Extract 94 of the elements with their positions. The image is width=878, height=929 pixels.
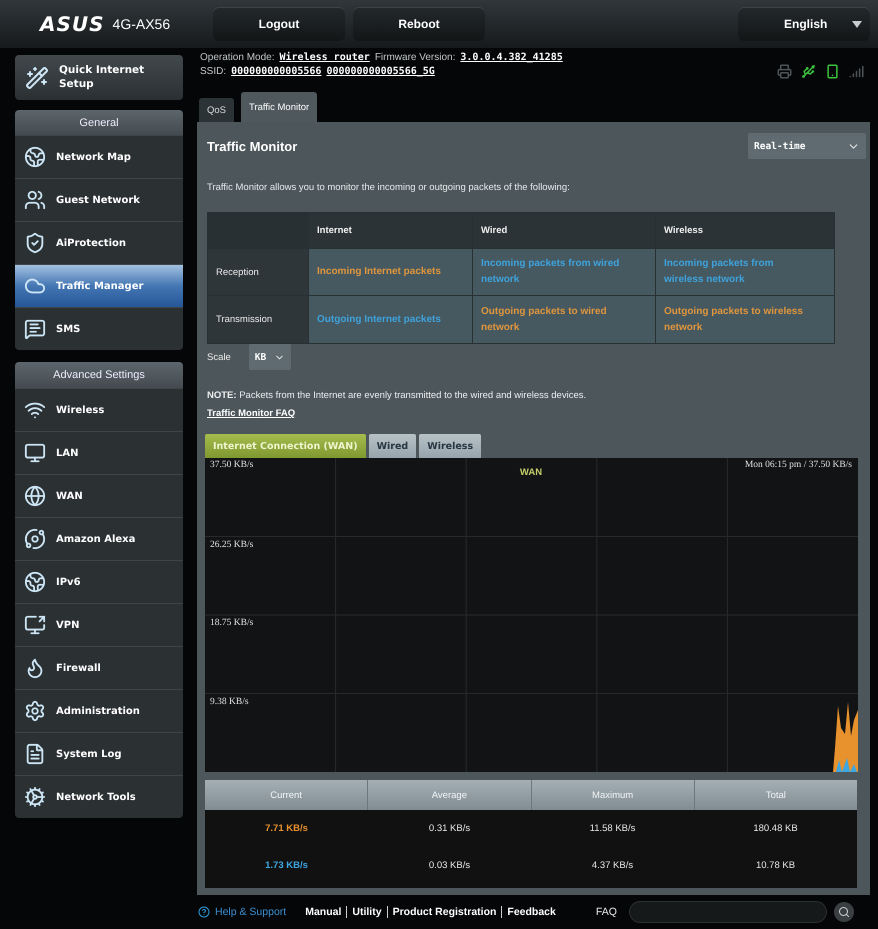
- ssid-link[interactable]: 000000000005566_5G: [326, 66, 435, 77]
- printer-icon[interactable]: [777, 64, 792, 79]
- sidebar-item[interactable]: Firewall: [15, 646, 183, 689]
- description-text: Traffic Monitor allows you to monitor the incoming or outgoing packets of the following:: [207, 182, 571, 194]
- packet-text: Incoming Internet packets: [317, 265, 441, 279]
- packet-text: Incoming packets from wireless network: [664, 257, 774, 287]
- note-text: NOTE: Packets from the Internet are evenly transmitted to the wired and wireless devices.: [207, 390, 588, 402]
- sidebar-heading: Advanced Settings: [15, 362, 183, 388]
- faq-link[interactable]: Traffic Monitor FAQ: [207, 408, 296, 420]
- firmware-link[interactable]: 3.0.0.4.382_41285: [460, 52, 563, 63]
- sidebar-item[interactable]: VPN: [15, 603, 183, 646]
- sidebar-item[interactable]: Amazon Alexa: [15, 517, 183, 560]
- packet-text: Outgoing Internet packets: [317, 312, 441, 326]
- settings-icon: [24, 700, 46, 722]
- caret-icon: [852, 20, 862, 28]
- stat-value: 1.73 KB/s: [265, 860, 308, 871]
- orbit-icon: [24, 528, 46, 550]
- column-header: Current: [205, 780, 368, 810]
- chart-tab[interactable]: Wired: [368, 434, 416, 458]
- column-header: Average: [368, 780, 530, 810]
- stat-value: 7.71 KB/s: [265, 823, 308, 834]
- magic-wand-icon: [25, 66, 49, 90]
- faq-label: FAQ: [596, 906, 617, 918]
- row-header: Transmission: [208, 296, 308, 343]
- sidebar-item[interactable]: Network Tools: [15, 775, 183, 818]
- sidebar-item[interactable]: IPv6: [15, 560, 183, 603]
- header-button[interactable]: Logout: [213, 7, 345, 41]
- graph-readout: Mon 06:15 pm / 37.50 KB/s: [744, 460, 852, 470]
- sidebar-item[interactable]: LAN: [15, 431, 183, 474]
- stat-value: 11.58 KB/s: [590, 823, 636, 834]
- period-dropdown[interactable]: Real-time: [748, 133, 866, 159]
- search-field[interactable]: [628, 901, 827, 923]
- stat-value: 0.03 KB/s: [428, 860, 470, 871]
- screen-share-icon: [24, 614, 46, 636]
- stat-value: 4.37 KB/s: [592, 860, 634, 871]
- page-tab[interactable]: QoS: [199, 98, 234, 122]
- logo: ASUS: [40, 12, 105, 36]
- sidebar-item[interactable]: SMS: [15, 307, 183, 350]
- shield-icon: [24, 232, 46, 254]
- column-header: Total: [694, 780, 857, 810]
- document-icon: [24, 743, 46, 765]
- phone-icon[interactable]: [825, 64, 840, 79]
- model-name: 4G-AX56: [112, 16, 170, 32]
- sidebar-heading: General: [15, 110, 183, 135]
- gear-icon: [24, 786, 46, 808]
- packet-text: Incoming packets from wired network: [481, 257, 620, 287]
- ssid-link[interactable]: 000000000005566: [231, 66, 322, 77]
- footer-link[interactable]: Manual: [300, 906, 346, 918]
- axis-label: 26.25 KB/s: [210, 540, 254, 550]
- info-label: Operation Mode:: [200, 52, 274, 63]
- sidebar-item[interactable]: Guest Network: [15, 178, 183, 221]
- people-icon: [24, 189, 46, 211]
- column-header: Maximum: [532, 780, 694, 810]
- panel-title: Traffic Monitor: [207, 138, 298, 154]
- signal-icon[interactable]: [849, 64, 864, 79]
- search-button[interactable]: [834, 902, 854, 922]
- packet-text: Outgoing packets to wireless network: [664, 304, 804, 334]
- header-button[interactable]: Reboot: [353, 7, 485, 41]
- graph-title: WAN: [520, 466, 542, 478]
- footer-link[interactable]: Utility: [346, 906, 387, 918]
- page-tab[interactable]: Traffic Monitor: [241, 92, 318, 122]
- stat-value: 10.78 KB: [756, 860, 796, 871]
- axis-label: 37.50 KB/s: [210, 460, 254, 470]
- operation-mode-link[interactable]: Wireless router: [280, 52, 370, 63]
- info-label: SSID:: [200, 66, 226, 77]
- axis-label: 18.75 KB/s: [210, 618, 254, 628]
- row-header: Reception: [208, 249, 308, 295]
- info-label: Firmware Version:: [374, 52, 456, 63]
- footer-link[interactable]: Product Registration: [386, 906, 502, 918]
- stat-value: 0.31 KB/s: [428, 823, 470, 834]
- help-icon: [198, 906, 210, 918]
- sidebar-item[interactable]: WAN: [15, 474, 183, 517]
- globe-icon: [24, 485, 46, 507]
- axis-label: 9.38 KB/s: [210, 696, 249, 706]
- scale-label: Scale: [207, 352, 231, 362]
- quick-setup-button[interactable]: Quick Internet Setup: [15, 55, 183, 100]
- search-icon: [838, 906, 850, 918]
- sidebar-item[interactable]: Network Map: [15, 135, 183, 178]
- sidebar-item[interactable]: System Log: [15, 732, 183, 775]
- help-link[interactable]: Help & Support: [198, 906, 286, 918]
- language-dropdown[interactable]: English: [738, 7, 870, 41]
- chart-tab[interactable]: Wireless: [419, 434, 482, 458]
- usb-icon[interactable]: [801, 64, 816, 79]
- sidebar-item[interactable]: Administration: [15, 689, 183, 732]
- globe-icon: [24, 146, 46, 168]
- monitor-icon: [24, 442, 46, 464]
- message-icon: [24, 318, 46, 340]
- scale-dropdown[interactable]: KB: [248, 344, 291, 370]
- packet-text: Outgoing packets to wired network: [481, 304, 608, 334]
- sidebar-item[interactable]: Traffic Manager: [15, 264, 183, 307]
- footer-link[interactable]: Feedback: [501, 906, 561, 918]
- stat-value: 180.48 KB: [753, 823, 798, 834]
- sidebar-item[interactable]: Wireless: [15, 388, 183, 431]
- globe-icon: [24, 571, 46, 593]
